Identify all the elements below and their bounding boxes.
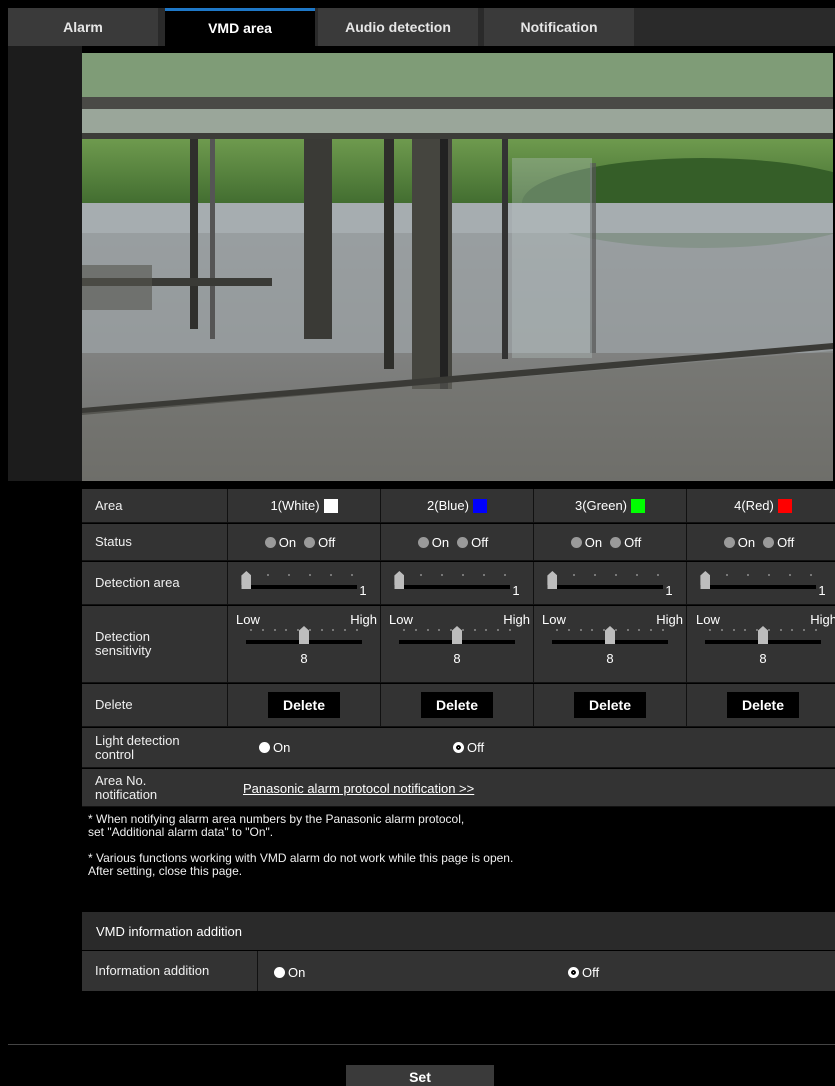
area-3-status: On Off bbox=[533, 524, 686, 560]
area-1-header: 1(White) bbox=[227, 489, 380, 522]
white-swatch bbox=[323, 498, 338, 513]
detection-sensitivity-row: Detection sensitivity Low High 8 Low High … bbox=[82, 606, 835, 683]
status-row: Status On Off On Off On Off On Off bbox=[82, 524, 835, 561]
area-2-status: On Off bbox=[380, 524, 533, 560]
radio-selected-icon bbox=[453, 742, 464, 753]
radio-icon bbox=[457, 536, 469, 548]
area-4-delete-cell: Delete bbox=[686, 684, 835, 726]
status-on-radio[interactable]: On bbox=[570, 535, 602, 550]
radio-icon bbox=[763, 536, 775, 548]
detection-area-slider[interactable] bbox=[700, 571, 817, 594]
area-no-notification-label: Area No. notification bbox=[95, 772, 158, 802]
set-button[interactable]: Set bbox=[346, 1065, 494, 1086]
area-2-delete-button[interactable]: Delete bbox=[421, 692, 493, 718]
status-off-radio[interactable]: Off bbox=[763, 535, 794, 550]
sensitivity-slider[interactable] bbox=[399, 626, 515, 649]
tab-alarm[interactable]: Alarm bbox=[8, 8, 158, 46]
radio-icon bbox=[274, 967, 285, 978]
information-addition-label: Information addition bbox=[82, 951, 258, 991]
status-off-radio[interactable]: Off bbox=[457, 535, 488, 550]
tab-bar: Alarm VMD area Audio detection Notificat… bbox=[8, 8, 835, 46]
area-3-delete-cell: Delete bbox=[533, 684, 686, 726]
green-swatch bbox=[631, 498, 646, 513]
detection-area-slider[interactable] bbox=[547, 571, 664, 594]
area-3-detection-area: 1 bbox=[533, 562, 686, 604]
camera-image[interactable] bbox=[82, 53, 833, 481]
radio-icon bbox=[610, 536, 622, 548]
blue-swatch bbox=[472, 498, 487, 513]
radio-icon bbox=[259, 742, 270, 753]
delete-row: Delete Delete Delete Delete Delete bbox=[82, 684, 835, 727]
status-off-radio[interactable]: Off bbox=[610, 535, 641, 550]
area-1-delete-button[interactable]: Delete bbox=[268, 692, 340, 718]
area-2-delete-cell: Delete bbox=[380, 684, 533, 726]
tab-notification[interactable]: Notification bbox=[484, 8, 634, 46]
tab-vmd-area[interactable]: VMD area bbox=[165, 8, 315, 46]
radio-icon bbox=[304, 536, 316, 548]
area-1-detection-area: 1 bbox=[227, 562, 380, 604]
detection-area-slider[interactable] bbox=[394, 571, 511, 594]
note-vmd-page-open: * Various functions working with VMD ala… bbox=[88, 851, 514, 878]
area-2-header: 2(Blue) bbox=[380, 489, 533, 522]
information-addition-off-radio[interactable]: Off bbox=[568, 965, 599, 980]
tab-audio-detection[interactable]: Audio detection bbox=[318, 8, 478, 46]
note-additional-alarm: * When notifying alarm area numbers by t… bbox=[88, 812, 465, 839]
information-addition-row: Information addition On Off bbox=[82, 951, 835, 991]
information-addition-on-radio[interactable]: On bbox=[274, 965, 305, 980]
area-4-delete-button[interactable]: Delete bbox=[727, 692, 799, 718]
status-on-radio[interactable]: On bbox=[417, 535, 449, 550]
radio-icon bbox=[723, 536, 735, 548]
area-3-sensitivity: Low High 8 bbox=[533, 606, 686, 682]
light-detection-on-radio[interactable]: On bbox=[259, 740, 290, 755]
status-on-radio[interactable]: On bbox=[723, 535, 755, 550]
light-detection-off-radio[interactable]: Off bbox=[453, 740, 484, 755]
light-detection-label: Light detection control bbox=[95, 732, 180, 762]
sensitivity-slider[interactable] bbox=[705, 626, 821, 649]
area-3-header: 3(Green) bbox=[533, 489, 686, 522]
radio-icon bbox=[570, 536, 582, 548]
red-swatch bbox=[777, 498, 792, 513]
area-2-detection-area: 1 bbox=[380, 562, 533, 604]
area-4-sensitivity: Low High 8 bbox=[686, 606, 835, 682]
detection-area-label: Detection area bbox=[95, 575, 180, 590]
area-1-delete-cell: Delete bbox=[227, 684, 380, 726]
status-off-radio[interactable]: Off bbox=[304, 535, 335, 550]
area-label: Area bbox=[95, 497, 123, 513]
area-1-sensitivity: Low High 8 bbox=[227, 606, 380, 682]
sensitivity-slider[interactable] bbox=[552, 626, 668, 649]
delete-label: Delete bbox=[95, 697, 133, 712]
area-3-delete-button[interactable]: Delete bbox=[574, 692, 646, 718]
radio-icon bbox=[264, 536, 276, 548]
radio-icon bbox=[417, 536, 429, 548]
area-row: Area 1(White) 2(Blue) 3(Green) 4(Red) bbox=[82, 489, 835, 523]
detection-area-row: Detection area 1 1 1 1 bbox=[82, 562, 835, 605]
radio-selected-icon bbox=[568, 967, 579, 978]
area-4-header: 4(Red) bbox=[686, 489, 835, 522]
divider bbox=[8, 1044, 835, 1045]
detection-sensitivity-label: Detection sensitivity bbox=[95, 629, 152, 658]
area-2-sensitivity: Low High 8 bbox=[380, 606, 533, 682]
area-1-status: On Off bbox=[227, 524, 380, 560]
sensitivity-slider[interactable] bbox=[246, 626, 362, 649]
panasonic-alarm-protocol-link[interactable]: Panasonic alarm protocol notification >> bbox=[243, 781, 474, 796]
area-4-status: On Off bbox=[686, 524, 835, 560]
status-label: Status bbox=[95, 534, 132, 549]
left-panel bbox=[8, 46, 82, 481]
detection-area-slider[interactable] bbox=[241, 571, 358, 594]
status-on-radio[interactable]: On bbox=[264, 535, 296, 550]
area-4-detection-area: 1 bbox=[686, 562, 835, 604]
area-no-notification-row: Area No. notification Panasonic alarm pr… bbox=[82, 769, 835, 807]
vmd-info-section-header: VMD information addition bbox=[82, 912, 835, 950]
light-detection-row: Light detection control On Off bbox=[82, 728, 835, 768]
